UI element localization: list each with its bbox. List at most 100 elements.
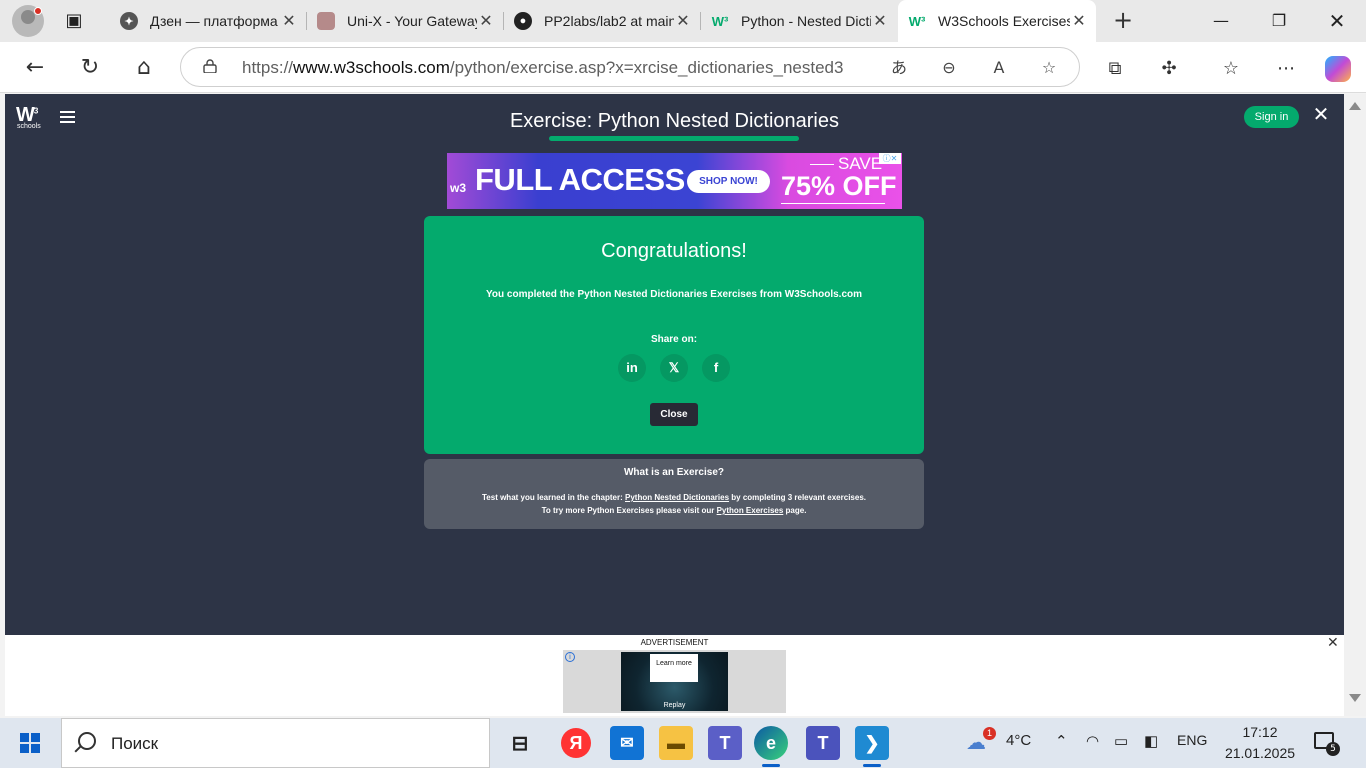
- language-indicator[interactable]: ENG: [1177, 732, 1207, 748]
- completion-message: You completed the Python Nested Dictiona…: [485, 289, 863, 300]
- chevron-up-icon[interactable]: ⌃: [1055, 732, 1068, 750]
- full-access-ad-banner[interactable]: w3 FULL ACCESS SHOP NOW! SAVE 75% OFF ⓘ✕: [447, 153, 902, 209]
- congratulations-panel: Congratulations! You completed the Pytho…: [424, 216, 924, 454]
- tab-github[interactable]: ● PP2labs/lab2 at main ✕: [504, 4, 700, 38]
- collections-icon[interactable]: ⧉: [1102, 56, 1128, 82]
- url-host: www.w3schools.com: [293, 58, 450, 77]
- refresh-icon[interactable]: ↻: [74, 52, 106, 84]
- ad-video-container[interactable]: i Learn more Replay: [563, 650, 786, 713]
- github-icon: ●: [514, 12, 532, 30]
- tab-w3schools-exercises[interactable]: W³ W3Schools Exercises ✕: [898, 0, 1096, 42]
- windows-taskbar: Поиск ⊟ Я ✉ ▬ T e T ❯ ☁ 1 4°C ⌃ ◠ ▭ ◧ EN…: [0, 718, 1366, 768]
- page-title: Exercise: Python Nested Dictionaries: [509, 110, 840, 132]
- linkedin-share-icon[interactable]: in: [618, 354, 646, 382]
- w3schools-icon: W³: [711, 13, 729, 29]
- ad-video[interactable]: Learn more Replay: [621, 652, 728, 711]
- tab-python-nested[interactable]: W³ Python - Nested Dictionaries ✕: [701, 4, 897, 38]
- share-label: Share on:: [650, 334, 698, 345]
- close-tab-icon[interactable]: ✕: [674, 11, 692, 31]
- lock-icon: [203, 59, 217, 73]
- tab-title: W3Schools Exercises: [938, 13, 1070, 29]
- ad-offer-underline: [781, 203, 885, 204]
- profile-alert-dot: [34, 7, 42, 15]
- tab-title: Uni-X - Your Gateway: [347, 13, 477, 29]
- info-line-chapter: Test what you learned in the chapter: Py…: [482, 493, 866, 502]
- favorite-star-icon[interactable]: ☆: [1037, 56, 1061, 80]
- unix-shield-icon: [317, 12, 335, 30]
- restore-icon[interactable]: ❐: [1256, 6, 1302, 36]
- translate-icon[interactable]: あ: [887, 56, 911, 80]
- task-view-icon[interactable]: ⊟: [503, 726, 537, 760]
- weather-temp[interactable]: 4°C: [1006, 732, 1031, 749]
- clock[interactable]: 17:12 21.01.2025: [1212, 722, 1308, 764]
- search-icon: [78, 732, 96, 750]
- close-ad-icon[interactable]: ✕: [1327, 635, 1339, 651]
- title-underline: [549, 136, 799, 141]
- close-tab-icon[interactable]: ✕: [477, 11, 495, 31]
- home-icon[interactable]: ⌂: [128, 52, 160, 84]
- close-window-icon[interactable]: ✕: [1314, 6, 1360, 36]
- learn-more-button[interactable]: Learn more: [650, 654, 698, 682]
- teams-icon[interactable]: T: [708, 726, 742, 760]
- address-bar[interactable]: https://www.w3schools.com/python/exercis…: [180, 47, 1080, 87]
- dzen-icon: ✦: [120, 12, 138, 30]
- yandex-browser-icon[interactable]: Я: [561, 728, 591, 758]
- browser-toolbar: ← ↻ ⌂ https://www.w3schools.com/python/e…: [0, 42, 1366, 93]
- tab-unix[interactable]: Uni-X - Your Gateway ✕: [307, 4, 503, 38]
- close-tab-icon[interactable]: ✕: [280, 11, 298, 31]
- weather-badge: 1: [983, 727, 996, 740]
- close-tab-icon[interactable]: ✕: [1070, 11, 1088, 31]
- search-placeholder: Поиск: [111, 734, 159, 753]
- close-icon[interactable]: ✕: [1311, 104, 1331, 124]
- copilot-icon[interactable]: [1325, 56, 1351, 82]
- battery-icon[interactable]: ▭: [1114, 732, 1128, 750]
- volume-icon[interactable]: ◧: [1144, 732, 1158, 750]
- python-exercises-link[interactable]: Python Exercises: [717, 506, 784, 515]
- date: 21.01.2025: [1224, 745, 1296, 761]
- minimize-icon[interactable]: —: [1198, 6, 1244, 36]
- url-text[interactable]: https://www.w3schools.com/python/exercis…: [242, 58, 843, 78]
- time: 17:12: [1242, 724, 1278, 740]
- bottom-advertisement: ADVERTISEMENT ✕ i Learn more Replay: [5, 635, 1344, 716]
- notifications-icon[interactable]: 5: [1314, 730, 1340, 756]
- ad-offer-text: 75% OFF: [781, 171, 897, 201]
- zoom-icon[interactable]: ⊖: [937, 56, 961, 80]
- tab-actions-icon[interactable]: ▣: [58, 9, 90, 33]
- sign-in-button[interactable]: Sign in: [1244, 106, 1299, 128]
- more-menu-icon[interactable]: ⋯: [1273, 56, 1299, 82]
- advertisement-label: ADVERTISEMENT: [640, 638, 709, 647]
- wifi-icon[interactable]: ◠: [1086, 732, 1099, 750]
- ad-info-icon[interactable]: i: [565, 652, 575, 662]
- replay-button[interactable]: Replay: [621, 702, 728, 709]
- vscode-icon[interactable]: ❯: [855, 726, 889, 767]
- ad-brand-logo: w3: [450, 181, 467, 195]
- page-scrollbar[interactable]: [1344, 94, 1366, 716]
- taskbar-search[interactable]: Поиск: [61, 718, 490, 768]
- extensions-icon[interactable]: ✣: [1156, 56, 1182, 82]
- file-explorer-icon[interactable]: ▬: [659, 726, 693, 760]
- shop-now-button[interactable]: SHOP NOW!: [687, 170, 770, 193]
- tab-title: PP2labs/lab2 at main: [544, 13, 674, 29]
- close-tab-icon[interactable]: ✕: [871, 11, 889, 31]
- congratulations-heading: Congratulations!: [601, 240, 747, 262]
- mail-icon[interactable]: ✉: [610, 726, 644, 760]
- favorites-list-icon[interactable]: ☆: [1218, 56, 1244, 82]
- tab-title: Дзен — платформа: [150, 13, 278, 29]
- url-scheme: https://: [242, 58, 294, 77]
- scroll-down-arrow-icon[interactable]: [1349, 694, 1361, 702]
- ad-choices-icon[interactable]: ⓘ✕: [879, 153, 901, 164]
- teams-work-icon[interactable]: T: [806, 726, 840, 760]
- new-tab-icon[interactable]: +: [1108, 6, 1138, 36]
- chapter-link[interactable]: Python Nested Dictionaries: [625, 493, 729, 502]
- scroll-up-arrow-icon[interactable]: [1349, 102, 1361, 110]
- profile-avatar-icon[interactable]: [12, 5, 44, 37]
- windows-start-icon[interactable]: [20, 733, 40, 753]
- x-share-icon[interactable]: 𝕏: [660, 354, 688, 382]
- info-line-more-exercises: To try more Python Exercises please visi…: [541, 506, 807, 515]
- tab-dzen[interactable]: ✦ Дзен — платформа ✕: [110, 4, 306, 38]
- close-button[interactable]: Close: [650, 403, 698, 426]
- facebook-share-icon[interactable]: f: [702, 354, 730, 382]
- read-aloud-icon[interactable]: A: [987, 56, 1011, 80]
- back-icon[interactable]: ←: [19, 52, 51, 84]
- edge-icon[interactable]: e: [754, 726, 788, 767]
